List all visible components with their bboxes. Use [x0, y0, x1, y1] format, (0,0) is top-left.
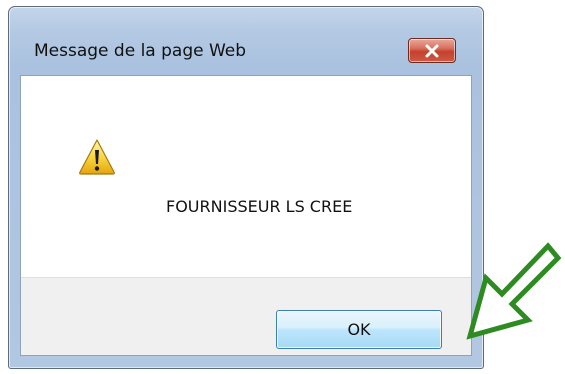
message-text: FOURNISSEUR LS CREE — [166, 197, 353, 216]
arrow-icon — [466, 242, 562, 340]
close-icon — [425, 44, 439, 57]
warning-icon — [79, 139, 115, 175]
close-button[interactable] — [408, 38, 456, 63]
ok-button[interactable]: OK — [276, 310, 442, 349]
button-bar: OK — [21, 277, 471, 355]
dialog-body: FOURNISSEUR LS CREE OK — [20, 75, 472, 356]
dialog-window: Message de la page Web FOURNISSEUR LS CR… — [8, 6, 484, 369]
dialog-title: Message de la page Web — [34, 41, 247, 61]
